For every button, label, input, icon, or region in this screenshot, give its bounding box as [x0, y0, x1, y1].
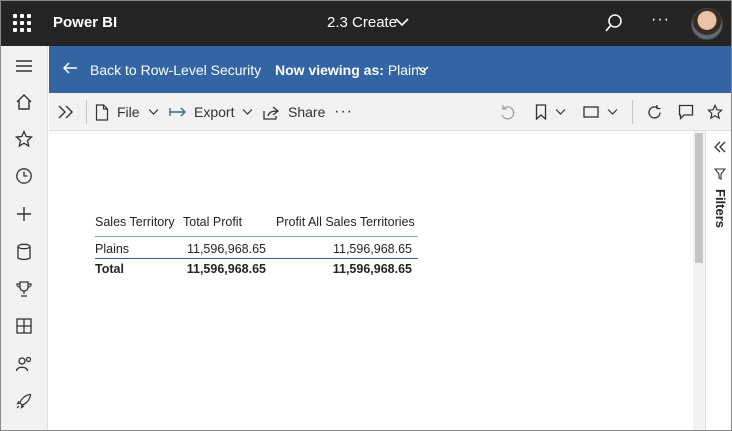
more-icon[interactable]: ··· [651, 11, 670, 29]
chevron-down-icon [555, 109, 566, 115]
undo-icon [501, 105, 515, 120]
chevron-down-icon[interactable] [417, 65, 429, 74]
top-app-bar: Power BI 2.3 Create ··· [1, 1, 731, 46]
now-viewing-prefix: Now viewing as: [275, 62, 384, 78]
scrollbar-thumb[interactable] [695, 133, 703, 263]
chevron-down-icon [148, 109, 158, 115]
left-nav [1, 46, 48, 430]
export-arrow-icon [169, 107, 186, 117]
report-name[interactable]: 2.3 Create [327, 14, 397, 31]
double-chevron-left-icon[interactable] [713, 141, 727, 153]
bookmark-icon [535, 104, 547, 120]
avatar[interactable] [691, 8, 723, 40]
learn-icon[interactable] [1, 383, 47, 419]
search-icon[interactable] [604, 13, 624, 33]
column-header[interactable]: Profit All Sales Territories [276, 215, 415, 229]
table-cell: 11,596,968.65 [186, 242, 266, 256]
comment-icon [678, 104, 694, 120]
now-viewing-as[interactable]: Now viewing as: Plains [275, 62, 426, 78]
chevron-down-icon [243, 109, 253, 115]
filters-pane[interactable]: Filters [705, 131, 731, 430]
rls-banner: Back to Row-Level Security Now viewing a… [49, 46, 731, 93]
refresh-button[interactable] [646, 93, 663, 131]
chevron-down-icon[interactable] [395, 17, 409, 27]
expand-pane-button[interactable] [57, 93, 75, 131]
power-bi-window: Power BI 2.3 Create ··· Back to Row-Leve… [0, 0, 732, 431]
report-canvas: Sales Territory Total Profit Profit All … [49, 131, 693, 430]
export-menu-button[interactable]: Export [169, 93, 253, 131]
more-options-button[interactable]: ··· [334, 93, 353, 131]
hamburger-icon[interactable] [1, 48, 47, 84]
command-bar: File Export Share ··· [49, 93, 731, 131]
document-icon [95, 103, 109, 121]
apps-icon[interactable] [1, 308, 47, 344]
table-cell: Plains [95, 242, 130, 256]
view-menu-button[interactable] [583, 93, 618, 131]
total-cell: 11,596,968.65 [186, 262, 266, 276]
back-arrow-icon[interactable] [62, 61, 78, 75]
refresh-icon [648, 104, 661, 118]
double-chevron-right-icon [58, 105, 73, 119]
goals-icon[interactable] [1, 271, 47, 307]
table-cell: 11,596,968.65 [332, 242, 412, 256]
app-launcher-icon[interactable] [13, 14, 31, 32]
share-button[interactable]: Share [263, 93, 325, 131]
comment-button[interactable] [678, 93, 694, 131]
header-divider [95, 236, 418, 237]
shared-icon[interactable] [1, 346, 47, 382]
filters-label: Filters [713, 189, 728, 229]
star-icon [707, 104, 723, 120]
file-label: File [117, 104, 140, 120]
app-title[interactable]: Power BI [53, 14, 117, 31]
undo-button[interactable] [499, 93, 515, 131]
favorite-button[interactable] [707, 93, 723, 131]
bookmark-menu-button[interactable] [535, 93, 566, 131]
chevron-down-icon [607, 109, 618, 115]
column-header[interactable]: Sales Territory [95, 215, 175, 229]
total-cell: 11,596,968.65 [332, 262, 412, 276]
file-menu-button[interactable]: File [95, 93, 159, 131]
home-icon[interactable] [1, 84, 47, 120]
export-label: Export [194, 104, 235, 120]
recent-icon[interactable] [1, 158, 47, 194]
column-header[interactable]: Total Profit [183, 215, 242, 229]
view-icon [583, 106, 599, 118]
datasets-icon[interactable] [1, 234, 47, 270]
total-divider [95, 258, 418, 259]
share-label: Share [288, 104, 326, 120]
total-label: Total [95, 262, 124, 276]
create-icon[interactable] [1, 196, 47, 232]
back-to-rls-link[interactable]: Back to Row-Level Security [90, 62, 261, 78]
filter-icon [714, 168, 726, 180]
favorites-icon[interactable] [1, 121, 47, 157]
share-icon [263, 105, 280, 120]
table-visual[interactable]: Sales Territory Total Profit Profit All … [95, 215, 420, 285]
